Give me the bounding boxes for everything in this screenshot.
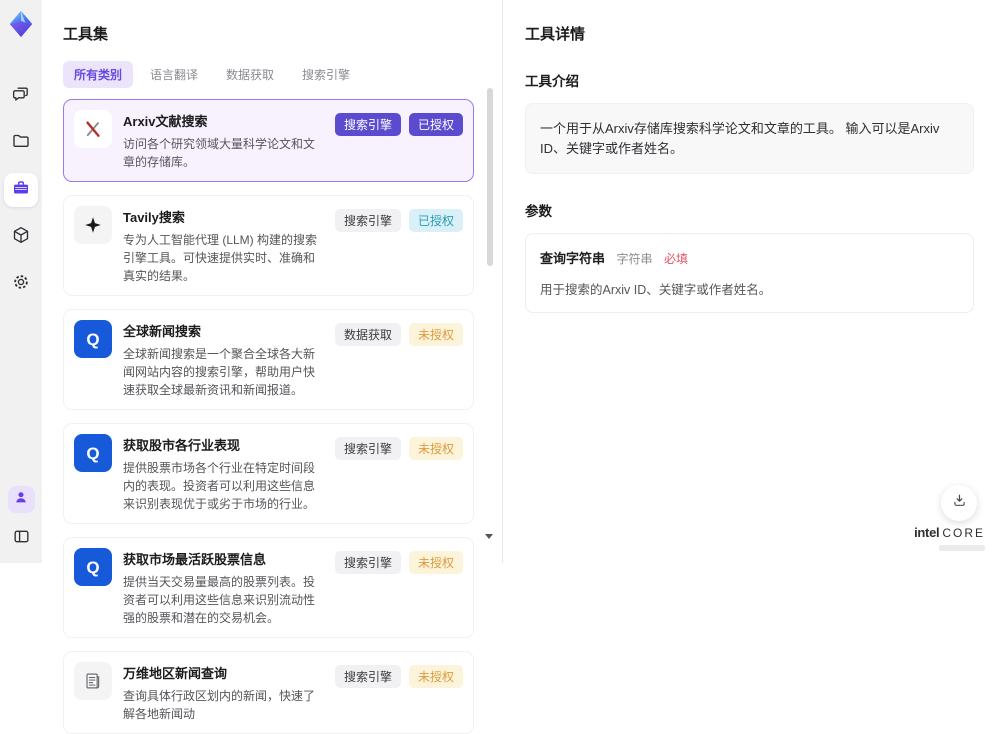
toolbox-icon bbox=[11, 178, 31, 203]
folder-icon bbox=[11, 131, 31, 156]
sidebar-item-packages[interactable] bbox=[4, 220, 38, 254]
scrollbar-thumb[interactable] bbox=[487, 88, 493, 266]
tool-name: 万维地区新闻查询 bbox=[123, 666, 228, 681]
params-heading: 参数 bbox=[525, 204, 552, 219]
param-name: 查询字符串 bbox=[540, 251, 606, 266]
auth-status-badge: 未授权 bbox=[408, 437, 463, 460]
tool-description: 访问各个研究领域大量科学论文和文章的存储库。 bbox=[123, 137, 316, 169]
panel-toggle-button[interactable] bbox=[7, 525, 35, 553]
tool-name: 全球新闻搜索 bbox=[123, 324, 202, 339]
category-tabs: 所有类别 语言翻译 数据获取 搜索引擎 bbox=[63, 61, 482, 88]
tavily-star-icon bbox=[74, 206, 112, 244]
cube-icon bbox=[11, 225, 31, 250]
newspaper-icon bbox=[74, 662, 112, 700]
auth-status-badge: 已授权 bbox=[408, 209, 463, 232]
tab-data-acquisition[interactable]: 数据获取 bbox=[215, 61, 285, 88]
auth-status-badge: 未授权 bbox=[408, 323, 463, 346]
sidebar-bottom bbox=[7, 486, 35, 553]
q-logo-icon: Q bbox=[74, 434, 112, 472]
chat-icon bbox=[11, 84, 31, 109]
user-avatar[interactable] bbox=[7, 486, 35, 513]
tool-card[interactable]: Tavily搜索 专为人工智能代理 (LLM) 构建的搜索引擎工具。可快速提供实… bbox=[63, 195, 474, 296]
tool-description: 提供当天交易量最高的股票列表。投资者可以利用这些信息来识别流动性强的股票和潜在的… bbox=[123, 575, 316, 625]
sidebar-nav bbox=[4, 79, 38, 301]
param-description: 用于搜索的Arxiv ID、关键字或作者姓名。 bbox=[540, 283, 772, 297]
tool-card[interactable]: Q 获取股市各行业表现 提供股票市场各个行业在特定时间段内的表现。投资者可以利用… bbox=[63, 423, 474, 524]
intel-core-badge: intel CORE bbox=[914, 524, 985, 551]
app-logo-icon bbox=[6, 9, 36, 39]
panel-toggle-icon bbox=[12, 527, 31, 551]
tool-name: 获取股市各行业表现 bbox=[123, 438, 241, 453]
tool-list: Arxiv文献搜索 访问各个研究领域大量科学论文和文章的存储库。 搜索引擎 已授… bbox=[63, 99, 482, 734]
param-type: 字符串 bbox=[616, 252, 653, 266]
tool-description: 查询具体行政区划内的新闻，快速了解各地新闻动 bbox=[123, 689, 316, 721]
category-badge: 搜索引擎 bbox=[334, 437, 401, 460]
auth-status-badge: 未授权 bbox=[408, 665, 463, 688]
detail-title: 工具详情 bbox=[525, 26, 586, 43]
tool-description: 全球新闻搜索是一个聚合全球各大新闻网站内容的搜索引擎，帮助用户快速获取全球最新资… bbox=[123, 347, 316, 397]
tab-all-categories[interactable]: 所有类别 bbox=[63, 61, 134, 88]
intel-logo-text: intel bbox=[914, 525, 940, 540]
tool-name: 获取市场最活跃股票信息 bbox=[123, 552, 267, 567]
page-title: 工具集 bbox=[63, 26, 109, 43]
tool-description: 专为人工智能代理 (LLM) 构建的搜索引擎工具。可快速提供实时、准确和真实的结… bbox=[123, 233, 318, 283]
category-badge: 搜索引擎 bbox=[334, 665, 401, 688]
scrollbar-down-arrow-icon[interactable] bbox=[485, 534, 493, 539]
download-button[interactable] bbox=[941, 485, 977, 521]
tool-card[interactable]: Q 全球新闻搜索 全球新闻搜索是一个聚合全球各大新闻网站内容的搜索引擎，帮助用户… bbox=[63, 309, 474, 410]
sidebar bbox=[0, 0, 42, 563]
tool-card[interactable]: Q 获取市场最活跃股票信息 提供当天交易量最高的股票列表。投资者可以利用这些信息… bbox=[63, 537, 474, 638]
tool-card[interactable]: Arxiv文献搜索 访问各个研究领域大量科学论文和文章的存储库。 搜索引擎 已授… bbox=[63, 99, 474, 182]
auth-status-badge: 已授权 bbox=[408, 113, 463, 136]
category-badge: 数据获取 bbox=[334, 323, 401, 346]
sidebar-item-toolbox[interactable] bbox=[4, 173, 38, 207]
tool-name: Tavily搜索 bbox=[123, 210, 185, 225]
intel-badge-subline bbox=[939, 545, 985, 551]
gear-icon bbox=[11, 272, 31, 297]
intro-heading: 工具介绍 bbox=[525, 74, 579, 89]
app-window: 工具集 所有类别 语言翻译 数据获取 搜索引擎 Arxiv文献搜索 访问各个研究… bbox=[0, 0, 1000, 734]
parameter-item: 查询字符串 字符串 必填 用于搜索的Arxiv ID、关键字或作者姓名。 bbox=[525, 233, 974, 313]
tool-intro-text: 一个用于从Arxiv存储库搜索科学论文和文章的工具。 输入可以是Arxiv ID… bbox=[525, 103, 974, 174]
category-badge: 搜索引擎 bbox=[334, 113, 401, 136]
category-badge: 搜索引擎 bbox=[334, 209, 401, 232]
q-logo-icon: Q bbox=[74, 320, 112, 358]
user-icon bbox=[12, 488, 30, 511]
tab-search-engine[interactable]: 搜索引擎 bbox=[291, 61, 361, 88]
core-logo-text: CORE bbox=[942, 526, 985, 540]
arxiv-icon bbox=[74, 110, 112, 148]
sidebar-item-chat[interactable] bbox=[4, 79, 38, 113]
tool-detail-panel: 工具详情 工具介绍 一个用于从Arxiv存储库搜索科学论文和文章的工具。 输入可… bbox=[502, 0, 1000, 563]
sidebar-item-settings[interactable] bbox=[4, 267, 38, 301]
tool-description: 提供股票市场各个行业在特定时间段内的表现。投资者可以利用这些信息来识别表现优于或… bbox=[123, 461, 316, 511]
tool-list-panel: 工具集 所有类别 语言翻译 数据获取 搜索引擎 Arxiv文献搜索 访问各个研究… bbox=[42, 0, 502, 734]
q-logo-icon: Q bbox=[74, 548, 112, 586]
tool-name: Arxiv文献搜索 bbox=[123, 114, 208, 129]
download-icon bbox=[951, 492, 968, 514]
tab-language-translation[interactable]: 语言翻译 bbox=[139, 61, 209, 88]
sidebar-item-files[interactable] bbox=[4, 126, 38, 160]
param-required-badge: 必填 bbox=[663, 252, 688, 266]
tool-card[interactable]: 万维地区新闻查询 查询具体行政区划内的新闻，快速了解各地新闻动 搜索引擎 未授权 bbox=[63, 651, 474, 734]
